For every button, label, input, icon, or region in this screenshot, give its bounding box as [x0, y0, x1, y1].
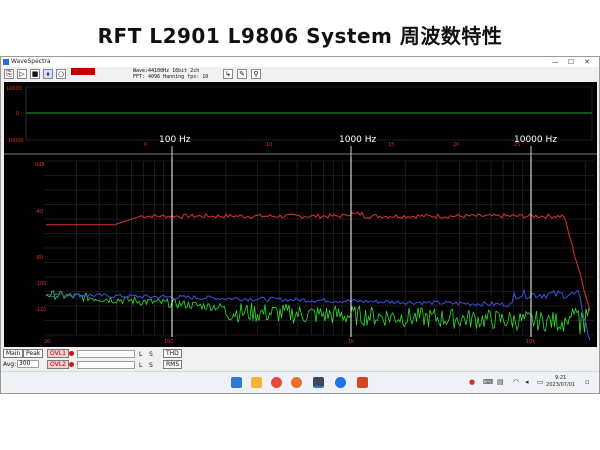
toolbar: ⎘ ▷ ■ ⏸ ○ Wave:44100Hz 16bit 2ch FFT: 40… — [1, 67, 599, 81]
open-icon[interactable]: ⎘ — [4, 69, 14, 79]
printer-icon[interactable]: ▤ — [497, 378, 504, 386]
taskbar-clock[interactable]: 9:21 2023/07/01 — [546, 375, 575, 389]
window-titlebar: WaveSpectra — ☐ ✕ — [1, 57, 599, 67]
fps-label: fps: — [187, 74, 200, 80]
stop-icon[interactable]: ■ — [30, 69, 40, 79]
clock-date: 2023/07/01 — [546, 382, 575, 388]
ovl2-indicator-icon — [69, 362, 74, 367]
volume-icon[interactable]: ◂ — [525, 378, 529, 386]
app-icon — [3, 59, 9, 65]
settings-icon[interactable]: ✎ — [237, 69, 247, 79]
clock-time: 9:21 — [554, 375, 567, 381]
slide-title: RFT L2901 L9806 System 周波数特性 — [97, 24, 503, 48]
window-title: WaveSpectra — [11, 58, 51, 65]
spec-x-tick: 100 — [164, 339, 174, 345]
cursor-icon[interactable]: ↳ — [223, 69, 233, 79]
ovl2-button[interactable]: OVL2 — [47, 360, 69, 369]
spec-y-tick: 0dB — [35, 162, 45, 168]
rms-button[interactable]: RMS — [163, 360, 183, 369]
pause-icon[interactable]: ⏸ — [43, 69, 53, 79]
spec-y-tick: -100 — [35, 281, 46, 287]
ovl1-indicator-icon — [69, 351, 74, 356]
marker-label-1000hz: 1000 Hz — [339, 135, 377, 145]
spec-x-tick: 1k — [348, 339, 354, 345]
main-button[interactable]: Main — [3, 349, 24, 358]
close-button[interactable]: ✕ — [581, 57, 593, 67]
spec-x-tick: 10k — [526, 339, 535, 345]
powerpoint-icon[interactable] — [357, 377, 368, 388]
zoom-app-icon[interactable] — [335, 377, 346, 388]
l-label-1: L — [139, 351, 143, 358]
marker-label-10000hz: 10000 Hz — [514, 135, 557, 145]
spectrum-background — [4, 157, 597, 347]
avg-select[interactable]: 300 — [17, 360, 39, 368]
fps-value[interactable]: 10 — [202, 74, 208, 80]
wave-x-tick: 20 — [453, 142, 459, 148]
wavespectra-window: WaveSpectra — ☐ ✕ ⎘ ▷ ■ ⏸ ○ Wave:44100Hz… — [0, 56, 600, 394]
avg-label: Avg: — [3, 361, 17, 368]
wave-y-mid: 0 — [16, 111, 19, 117]
wave-y-bot: -10000 — [6, 138, 24, 144]
wave-x-tick: 0 — [144, 142, 147, 148]
audio-info: Wave:44100Hz 16bit 2ch FFT: 4096 Hanning… — [133, 68, 208, 80]
spec-x-tick: 20 — [44, 339, 50, 345]
marker-label-100hz: 100 Hz — [159, 135, 191, 145]
bottom-controls: Main Peak OVL1 Avg: 300 OVL2 L S L S THD… — [1, 347, 599, 371]
spec-y-tick: -120 — [35, 307, 46, 313]
wave-x-tick: 10 — [266, 142, 272, 148]
ovl2-field[interactable] — [77, 361, 135, 369]
l-label-2: L — [139, 362, 143, 369]
peak-button[interactable]: Peak — [23, 349, 44, 358]
firefox-icon[interactable] — [291, 377, 302, 388]
ovl1-button[interactable]: OVL1 — [47, 349, 69, 358]
record-level-indicator — [71, 68, 95, 75]
s-label-1: S — [149, 351, 153, 358]
chrome-icon[interactable] — [271, 377, 282, 388]
thd-button[interactable]: THD — [163, 349, 182, 358]
spec-y-tick: -40 — [35, 209, 43, 215]
maximize-button[interactable]: ☐ — [565, 57, 577, 67]
keyboard-icon[interactable]: ⌨ — [483, 378, 493, 386]
minimize-button[interactable]: — — [549, 57, 561, 67]
record-icon[interactable]: ○ — [56, 69, 66, 79]
notification-app-icon[interactable]: ● — [469, 378, 475, 386]
notification-bell-icon[interactable]: ▫ — [585, 378, 590, 386]
s-label-2: S — [149, 362, 153, 369]
zoom-icon[interactable]: ⚲ — [251, 69, 261, 79]
ovl1-field[interactable] — [77, 350, 135, 358]
play-icon[interactable]: ▷ — [17, 69, 27, 79]
file-explorer-icon[interactable] — [251, 377, 262, 388]
wavespectra-taskbar-icon[interactable] — [313, 377, 324, 388]
battery-icon[interactable]: ▭ — [537, 378, 544, 386]
windows-taskbar: ● ⌨ ▤ ◠ ◂ ▭ 9:21 2023/07/01 ▫ — [1, 371, 599, 393]
spectrum-panel: 0dB -40 -80 -100 -120 20 100 1k 10k — [4, 157, 597, 347]
wave-y-top: 10000 — [6, 86, 22, 92]
wifi-icon[interactable]: ◠ — [513, 378, 519, 386]
spec-y-tick: -80 — [35, 255, 43, 261]
wave-x-tick: 15 — [388, 142, 394, 148]
start-icon[interactable] — [231, 377, 242, 388]
fft-info-text: FFT: 4096 Hanning — [133, 74, 185, 80]
